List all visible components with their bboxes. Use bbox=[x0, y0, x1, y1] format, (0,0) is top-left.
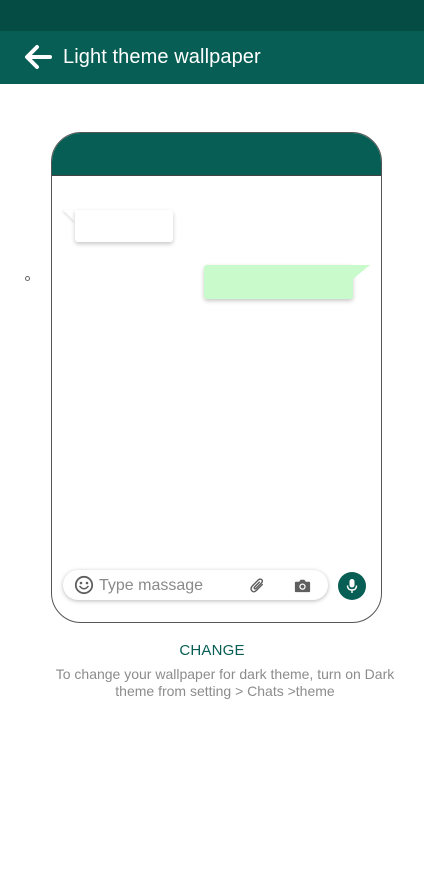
side-indicator-dot bbox=[25, 276, 30, 281]
back-button[interactable] bbox=[22, 41, 54, 73]
paperclip-icon bbox=[250, 578, 264, 593]
preview-chat-header bbox=[52, 133, 381, 176]
outgoing-message-bubble bbox=[204, 265, 353, 299]
status-bar bbox=[0, 0, 424, 31]
wallpaper-preview: Type massage bbox=[51, 132, 382, 623]
mic-button bbox=[338, 572, 366, 600]
incoming-message-bubble bbox=[75, 210, 173, 242]
microphone-icon bbox=[346, 579, 358, 593]
outgoing-bubble-tail bbox=[353, 265, 370, 279]
page-title: Light theme wallpaper bbox=[63, 46, 261, 68]
camera-icon bbox=[294, 579, 311, 593]
dark-theme-hint: To change your wallpaper for dark theme,… bbox=[55, 666, 395, 699]
change-wallpaper-button[interactable]: CHANGE bbox=[0, 642, 424, 660]
smiley-icon bbox=[74, 575, 94, 595]
message-input-bar: Type massage bbox=[63, 570, 328, 600]
arrow-left-icon bbox=[25, 45, 52, 69]
incoming-bubble-tail bbox=[63, 210, 75, 222]
message-input-placeholder: Type massage bbox=[99, 577, 204, 594]
app-bar: Light theme wallpaper bbox=[0, 31, 424, 84]
